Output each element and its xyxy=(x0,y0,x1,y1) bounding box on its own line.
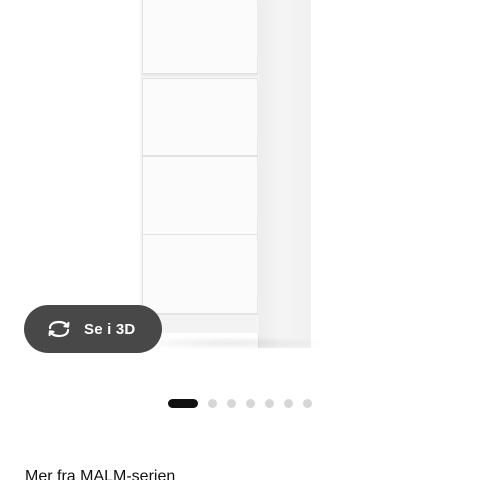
carousel-dot-7[interactable] xyxy=(303,398,312,408)
drawer-2 xyxy=(142,78,260,156)
drawer-3 xyxy=(142,156,260,236)
carousel-dot-2[interactable] xyxy=(208,398,217,408)
carousel-dot-5[interactable] xyxy=(265,398,274,408)
dresser-front xyxy=(140,0,260,333)
dresser-side-panel xyxy=(258,0,311,348)
drawer-4 xyxy=(142,234,260,314)
dresser-illustration xyxy=(140,0,311,348)
rotate-3d-icon xyxy=(46,319,72,339)
carousel-dot-1[interactable] xyxy=(168,398,198,408)
carousel-dot-4[interactable] xyxy=(246,398,255,408)
section-heading: Mer fra MALM-serien xyxy=(25,468,176,480)
product-page: Se i 3D Mer fra MALM-serien xyxy=(0,0,480,480)
drawer-1 xyxy=(142,0,260,74)
carousel-dots xyxy=(0,397,480,409)
view-3d-label: Se i 3D xyxy=(84,320,136,338)
carousel-dot-3[interactable] xyxy=(227,398,236,408)
view-3d-button[interactable]: Se i 3D xyxy=(24,305,162,353)
carousel-dot-6[interactable] xyxy=(284,398,293,408)
